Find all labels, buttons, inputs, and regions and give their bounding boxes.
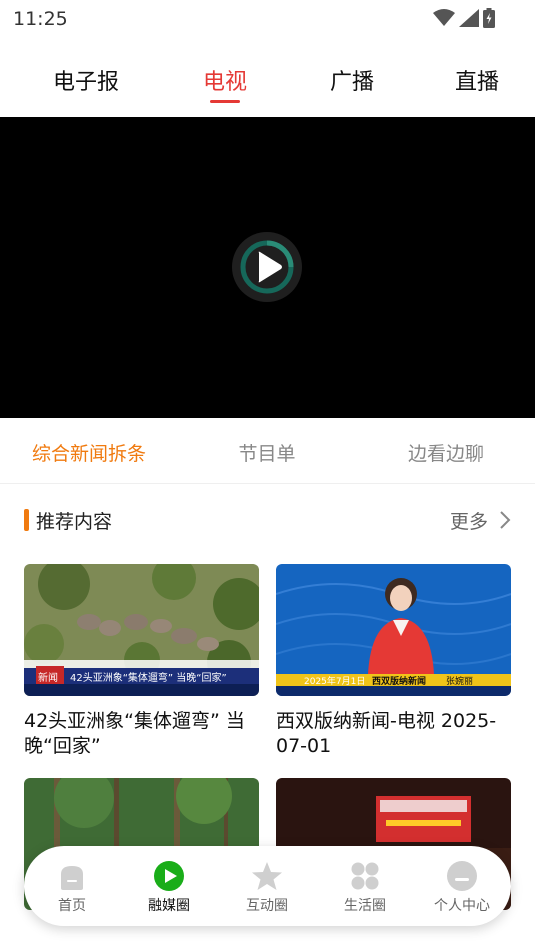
section-accent-bar [24,509,29,531]
nav-interact-circle[interactable]: 互动圈 [222,860,312,915]
content-card[interactable]: 2025年7月1日 西双版纳新闻 张婉丽 西双版纳新闻-电视 2025-07-0… [276,564,511,759]
thumb-news-tag: 新闻 [38,673,58,684]
nav-profile[interactable]: 个人中心 [417,860,507,915]
star-icon [252,862,282,890]
tab-radio[interactable]: 广播 [330,64,374,96]
nav-media-circle-label: 融媒圈 [148,898,190,914]
thumb-date: 2025年7月1日 [304,677,366,687]
more-link[interactable]: 更多 [450,507,488,534]
nav-home[interactable]: 首页 [27,860,117,915]
nav-profile-label: 个人中心 [434,898,490,914]
content-card[interactable]: 新闻 42头亚洲象“集体遛弯” 当晚“回家” 42头亚洲象“集体遛弯” 当晚“回… [24,564,259,759]
thumb-caption: 42头亚洲象“集体遛弯” 当晚“回家” [70,673,227,684]
section-header: 推荐内容 更多 [0,505,535,537]
top-tab-bar: 电子报 电视 广播 直播 [0,56,535,116]
status-bar: 11:25 [0,0,535,38]
card-thumbnail: 2025年7月1日 西双版纳新闻 张婉丽 [276,564,511,696]
nav-interact-circle-label: 互动圈 [246,898,288,914]
chevron-right-icon[interactable] [499,510,511,530]
card-title: 西双版纳新闻-电视 2025-07-01 [276,710,497,757]
card-thumbnail: 新闻 42头亚洲象“集体遛弯” 当晚“回家” [24,564,259,696]
thumb-program: 西双版纳新闻 [372,677,427,687]
play-circle-icon [154,861,184,891]
tab-live[interactable]: 直播 [455,64,499,96]
nav-home-label: 首页 [58,898,86,914]
tab-schedule[interactable]: 节目单 [238,439,295,466]
signal-icon [459,9,479,27]
play-button-icon[interactable] [231,231,303,303]
active-tab-indicator [210,100,240,103]
section-title: 推荐内容 [36,511,113,533]
video-player[interactable] [0,117,535,418]
tab-watch-chat[interactable]: 边看边聊 [408,439,484,466]
bottom-nav: 首页 融媒圈 互动圈 生活圈 个人中心 [24,846,511,926]
status-icons [433,8,495,28]
status-time: 11:25 [13,8,68,30]
card-title: 42头亚洲象“集体遛弯” 当晚“回家” [24,710,245,757]
nav-life-circle-label: 生活圈 [344,898,386,914]
grid-icon [351,862,379,890]
battery-icon [483,8,495,28]
nav-life-circle[interactable]: 生活圈 [320,860,410,915]
tab-news-clips[interactable]: 综合新闻拆条 [32,439,146,466]
thumb-anchor-name: 张婉丽 [446,677,474,687]
wifi-icon [433,9,455,26]
profile-icon [447,861,477,891]
sub-tab-bar: 综合新闻拆条 节目单 边看边聊 [0,418,535,484]
home-icon [61,866,83,890]
tab-tv[interactable]: 电视 [203,64,247,96]
tab-epaper[interactable]: 电子报 [53,64,119,96]
nav-media-circle[interactable]: 融媒圈 [124,860,214,915]
